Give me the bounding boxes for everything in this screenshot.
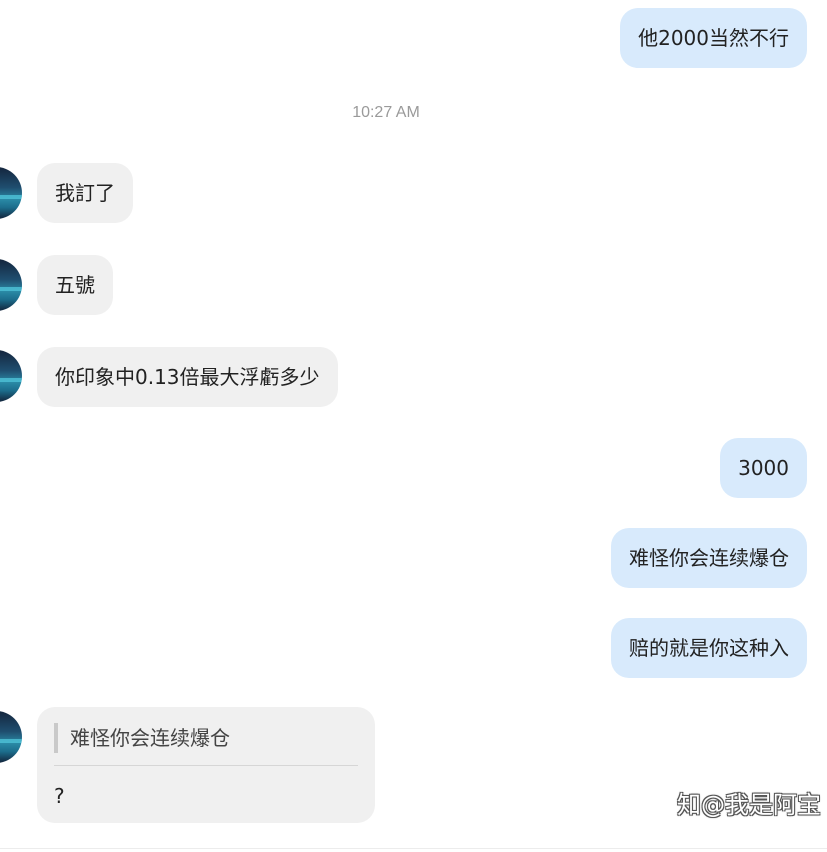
reply-message-text: ? — [54, 784, 65, 808]
avatar[interactable] — [0, 711, 22, 763]
avatar[interactable] — [0, 167, 22, 219]
message-bubble-outgoing[interactable]: 赔的就是你这种入 — [611, 618, 807, 678]
quoted-message-text[interactable]: 难怪你会连续爆仓 — [70, 723, 230, 753]
message-bubble-outgoing[interactable]: 他2000当然不行 — [620, 8, 807, 68]
quote-bar — [54, 723, 58, 753]
message-bubble-outgoing[interactable]: 难怪你会连续爆仓 — [611, 528, 807, 588]
message-bubble-incoming[interactable]: 我訂了 — [37, 163, 133, 223]
avatar[interactable] — [0, 350, 22, 402]
message-bubble-incoming[interactable]: 五號 — [37, 255, 113, 315]
message-bubble-outgoing[interactable]: 3000 — [720, 438, 807, 498]
quote-divider — [54, 765, 358, 766]
reply-message-bubble[interactable]: 难怪你会连续爆仓 ? — [37, 707, 375, 823]
message-timestamp: 10:27 AM — [352, 104, 420, 121]
watermark: 知@我是阿宝 — [677, 791, 821, 819]
avatar[interactable] — [0, 259, 22, 311]
message-bubble-incoming[interactable]: 你印象中0.13倍最大浮虧多少 — [37, 347, 338, 407]
bottom-divider — [0, 848, 827, 849]
